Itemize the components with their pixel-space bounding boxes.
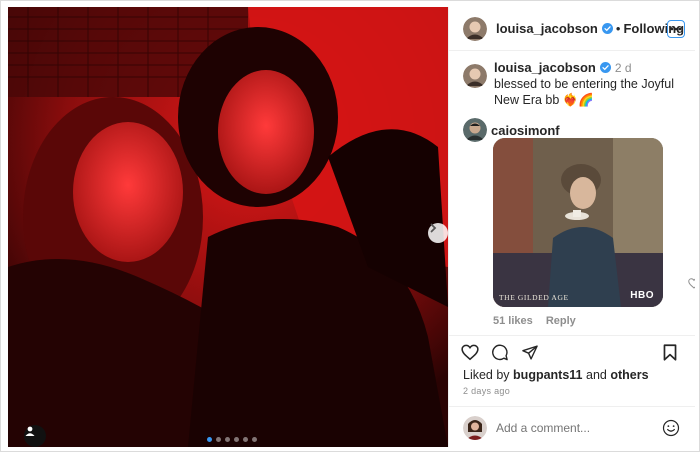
- action-icons: [461, 344, 539, 361]
- gif-caption: THE GILDED AGE: [499, 293, 569, 302]
- emoji-icon[interactable]: [662, 419, 680, 437]
- more-horizontal-icon: [670, 27, 682, 31]
- chevron-right-icon: [430, 223, 437, 233]
- verified-badge-icon: [599, 62, 611, 73]
- liked-by-others[interactable]: others: [610, 368, 648, 382]
- avatar-image: [463, 118, 487, 142]
- carousel-dot: [225, 437, 230, 442]
- caption-username[interactable]: louisa_jacobson: [494, 60, 596, 75]
- liked-by-prefix: Liked by: [463, 368, 510, 382]
- carousel-dot: [207, 437, 212, 442]
- header-separator: •: [615, 21, 621, 36]
- comment-meta: 51 likes Reply: [493, 315, 576, 327]
- comment-input[interactable]: [496, 420, 646, 435]
- post-photo[interactable]: [8, 7, 448, 447]
- liked-by-user[interactable]: bugpants11: [513, 368, 582, 382]
- more-options-button[interactable]: [667, 20, 685, 38]
- commenter-username[interactable]: caiosimonf: [491, 123, 560, 138]
- current-user-avatar: [463, 415, 487, 440]
- post-modal: louisa_jacobson • Following louisa_jacob…: [0, 0, 700, 452]
- avatar-image: [463, 415, 487, 440]
- comments-section: louisa_jacobson 2 d blessed to be enterin…: [449, 52, 695, 335]
- author-avatar[interactable]: [463, 16, 487, 41]
- avatar-image: [463, 64, 487, 88]
- post-header: louisa_jacobson • Following: [449, 7, 695, 51]
- carousel-dot: [216, 437, 221, 442]
- reply-button[interactable]: Reply: [546, 315, 576, 327]
- user-icon: [25, 426, 35, 436]
- caption-text: blessed to be entering the Joyful New Er…: [494, 77, 674, 107]
- hbo-watermark: HBO: [630, 290, 654, 301]
- post-sidebar: louisa_jacobson • Following louisa_jacob…: [448, 7, 695, 447]
- add-comment-row: [449, 406, 695, 448]
- commenter-avatar[interactable]: [463, 118, 487, 142]
- caption-avatar[interactable]: [463, 64, 487, 88]
- save-bookmark-icon[interactable]: [663, 344, 677, 361]
- tagged-users-button[interactable]: [24, 425, 46, 447]
- post-caption: louisa_jacobson 2 d blessed to be enterin…: [463, 60, 683, 108]
- post-actions: Liked by bugpants11 and others 2 days ag…: [449, 335, 695, 447]
- photo-illustration: [8, 7, 448, 447]
- author-username[interactable]: louisa_jacobson: [496, 21, 598, 36]
- share-paper-plane-icon[interactable]: [521, 344, 539, 361]
- avatar-image: [463, 16, 487, 41]
- like-heart-icon[interactable]: [461, 344, 479, 361]
- comment-likes[interactable]: 51 likes: [493, 315, 533, 327]
- liked-by: Liked by bugpants11 and others: [463, 368, 649, 382]
- carousel-indicators: [207, 437, 257, 442]
- comment-like-heart-icon[interactable]: [688, 278, 695, 289]
- carousel-dot: [243, 437, 248, 442]
- comment-bubble-icon[interactable]: [491, 344, 509, 361]
- caption-time: 2 d: [614, 61, 632, 75]
- next-slide-button[interactable]: [428, 223, 448, 243]
- verified-badge-icon: [601, 23, 613, 34]
- carousel-dot: [234, 437, 239, 442]
- post-timestamp[interactable]: 2 days ago: [463, 386, 510, 396]
- comment-gif[interactable]: THE GILDED AGE HBO: [493, 138, 663, 307]
- liked-by-and: and: [586, 368, 607, 382]
- gif-illustration: [493, 138, 663, 307]
- carousel-dot: [252, 437, 257, 442]
